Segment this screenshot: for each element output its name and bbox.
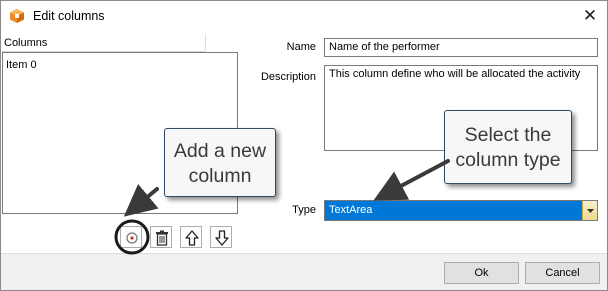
callout-select-type: Select the column type xyxy=(444,110,572,184)
ok-button[interactable]: Ok xyxy=(444,262,519,284)
name-label: Name xyxy=(286,41,316,53)
close-icon[interactable]: ✕ xyxy=(579,5,601,27)
callout-add-line-2: column xyxy=(188,165,252,187)
window-title: Edit columns xyxy=(33,9,105,23)
type-select[interactable]: TextArea xyxy=(324,200,598,221)
app-cube-icon xyxy=(9,8,25,24)
add-circle-icon xyxy=(126,232,138,244)
callout-type-line-1: Select the xyxy=(464,124,552,146)
columns-header: Columns xyxy=(4,37,48,49)
pane-splitter[interactable] xyxy=(205,34,206,52)
arrow-up-icon xyxy=(185,230,199,246)
chevron-down-icon xyxy=(587,209,594,213)
description-label: Description xyxy=(260,71,316,83)
name-field[interactable]: Name of the performer xyxy=(324,38,598,57)
callout-add-column: Add a new column xyxy=(164,128,276,197)
arrow-down-icon xyxy=(215,230,229,246)
callout-add-line-1: Add a new xyxy=(173,140,267,162)
list-item[interactable]: Item 0 xyxy=(6,59,37,72)
title-bar: Edit columns ✕ xyxy=(1,1,607,30)
callout-type-line-2: column type xyxy=(455,149,561,171)
type-dropdown-button[interactable] xyxy=(582,201,597,220)
move-up-button[interactable] xyxy=(180,226,202,248)
type-label: Type xyxy=(292,204,316,216)
cancel-button[interactable]: Cancel xyxy=(525,262,600,284)
delete-column-button[interactable] xyxy=(150,226,172,248)
type-selected-value: TextArea xyxy=(329,204,373,216)
trash-icon xyxy=(156,230,168,246)
add-column-button[interactable] xyxy=(120,226,142,248)
move-down-button[interactable] xyxy=(210,226,232,248)
